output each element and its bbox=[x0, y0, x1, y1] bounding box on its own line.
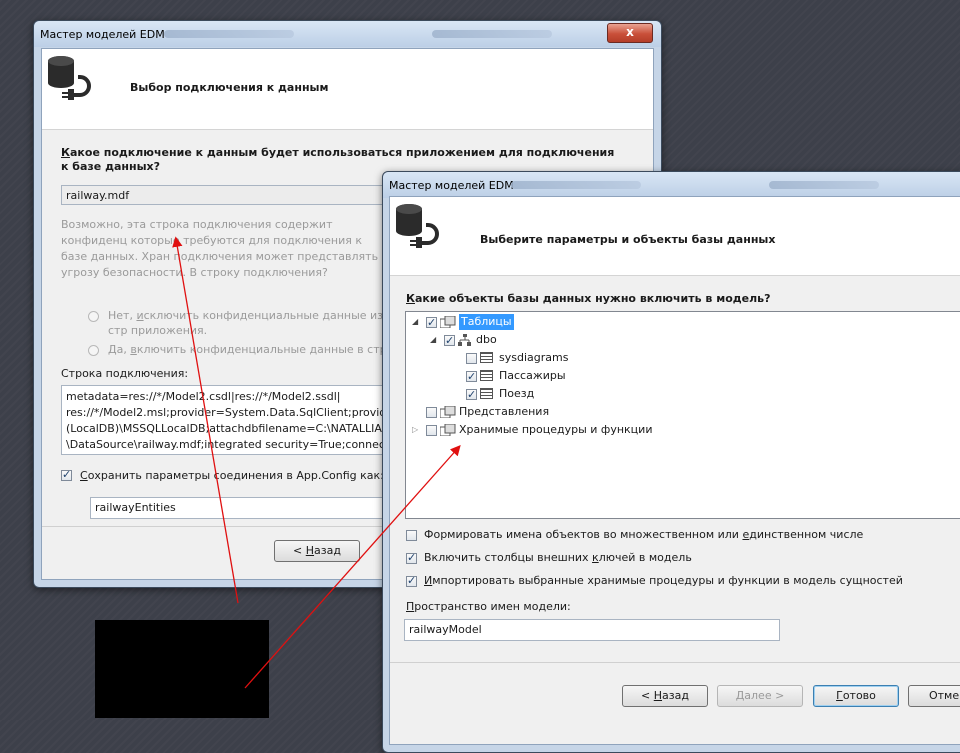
annotation-arrows bbox=[172, 236, 461, 689]
arrow-to-warning bbox=[172, 236, 239, 604]
arrow-to-tree bbox=[244, 445, 461, 689]
